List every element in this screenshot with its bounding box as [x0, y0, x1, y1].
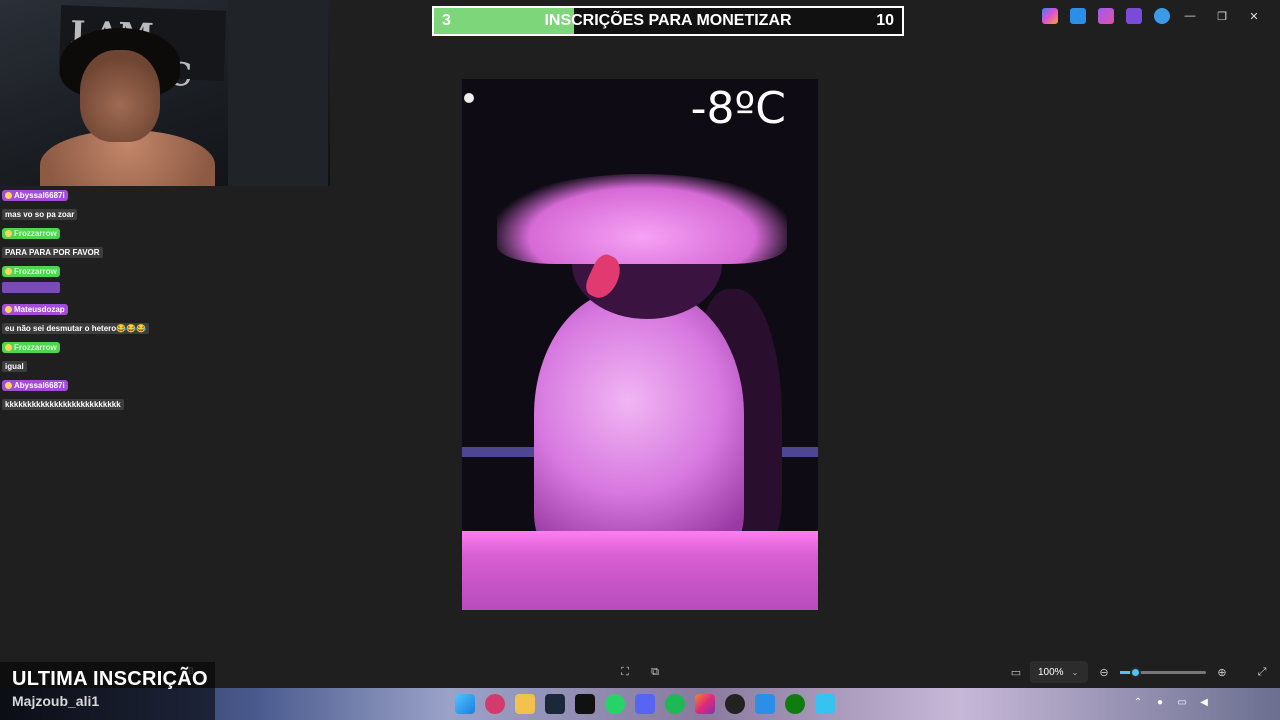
penguin-body — [534, 289, 744, 569]
monetize-progress-bar: 3 INSCRIÇÕES PARA MONETIZAR 10 — [432, 6, 904, 36]
chat-username: Frozzarrow — [2, 266, 60, 277]
minimize-icon[interactable]: — — [1174, 6, 1206, 26]
chat-username-text: Abyssal6687i — [14, 381, 65, 390]
clipchamp-icon[interactable] — [1098, 8, 1114, 24]
penguin-photo: -8ºC — [462, 79, 818, 610]
chat-overlay: Abyssal6687i mas vo so pa zoar Frozzarrow P… — [2, 186, 202, 414]
network-icon[interactable]: ▭ — [1176, 697, 1188, 709]
app-icon[interactable] — [815, 694, 835, 714]
chat-username-text: Frozzarrow — [14, 229, 57, 238]
chat-username-text: Mateusdozap — [14, 305, 65, 314]
spotify-icon[interactable] — [665, 694, 685, 714]
star-badge-icon — [5, 344, 12, 351]
chat-message-text: eu não sei desmutar o hetero😂😂😂 — [2, 323, 150, 334]
video-editor-icon[interactable] — [1126, 8, 1142, 24]
close-icon[interactable]: ✕ — [1238, 6, 1270, 26]
monetize-title: INSCRIÇÕES PARA MONETIZAR — [544, 12, 792, 29]
fullscreen-icon[interactable]: ⤢ — [1254, 664, 1270, 680]
crop-icon[interactable]: ⧉ — [647, 664, 663, 680]
discord-icon[interactable] — [635, 694, 655, 714]
last-subscription-name: Majzoub_ali1 — [12, 693, 100, 709]
chat-message: Frozzarrow igual — [2, 338, 202, 374]
chat-message: Frozzarrow PARA PARA POR FAVOR — [2, 224, 202, 260]
chat-message-text: igual — [2, 361, 27, 372]
penguin-crest — [497, 174, 787, 264]
last-subscription-overlay: ULTIMA INSCRIÇÃO Majzoub_ali1 — [0, 662, 215, 720]
star-badge-icon — [5, 192, 12, 199]
chevron-up-icon[interactable]: ⌃ — [1132, 697, 1144, 709]
star-badge-icon — [5, 268, 12, 275]
chat-message-text: PARA PARA POR FAVOR — [2, 247, 103, 258]
steam-icon[interactable] — [545, 694, 565, 714]
viewer-toolbar-icons — [1042, 8, 1170, 24]
search-icon[interactable] — [485, 694, 505, 714]
chat-message-text: mas vo so pa zoar — [2, 209, 78, 220]
temperature-label: -8ºC — [690, 83, 786, 134]
zoom-value: 100% — [1038, 666, 1064, 678]
zoom-slider-knob[interactable] — [1130, 667, 1141, 678]
star-badge-icon — [5, 306, 12, 313]
start-icon[interactable] — [455, 694, 475, 714]
chat-message: Frozzarrow — [2, 262, 202, 298]
chat-username: Abyssal6687i — [2, 190, 68, 201]
actual-size-icon[interactable]: ▭ — [1008, 664, 1024, 680]
chat-username: Frozzarrow — [2, 228, 60, 239]
zoom-out-icon[interactable]: ⊖ — [1096, 664, 1112, 680]
chat-username-text: Frozzarrow — [14, 343, 57, 352]
star-badge-icon — [5, 230, 12, 237]
last-subscription-title: ULTIMA INSCRIÇÃO — [12, 668, 208, 690]
chat-username: Abyssal6687i — [2, 380, 68, 391]
whatsapp-icon[interactable] — [605, 694, 625, 714]
file-explorer-icon[interactable] — [515, 694, 535, 714]
microphone-icon[interactable]: ● — [1154, 697, 1166, 709]
zoom-slider[interactable] — [1120, 667, 1206, 678]
zoom-select[interactable]: 100% ⌄ — [1030, 661, 1088, 683]
taskbar-apps — [455, 694, 835, 714]
epic-icon[interactable] — [725, 694, 745, 714]
chat-username: Frozzarrow — [2, 342, 60, 353]
monetize-current: 3 — [442, 12, 451, 29]
light-spot — [464, 93, 474, 103]
chevron-down-icon: ⌄ — [1071, 667, 1079, 677]
xbox-icon[interactable] — [785, 694, 805, 714]
zoom-in-icon[interactable]: ⊕ — [1214, 664, 1230, 680]
webcam-overlay: I AM MUSIC — [0, 0, 330, 186]
chat-username-text: Frozzarrow — [14, 267, 57, 276]
chat-message: Abyssal6687i mas vo so pa zoar — [2, 186, 202, 222]
tiktok-icon[interactable] — [575, 694, 595, 714]
chat-message-text: kkkkkkkkkkkkkkkkkkkkkkkkkk — [2, 399, 124, 410]
chat-username-text: Abyssal6687i — [14, 191, 65, 200]
background-door — [228, 0, 328, 186]
maximize-icon[interactable]: ❐ — [1206, 6, 1238, 26]
streamer-face — [80, 50, 160, 142]
system-tray: ⌃ ● ▭ ◀ — [1132, 697, 1210, 709]
chat-message-text — [2, 282, 60, 293]
window-controls: — ❐ ✕ — [1174, 6, 1270, 26]
chat-username: Mateusdozap — [2, 304, 68, 315]
chat-message: Abyssal6687i kkkkkkkkkkkkkkkkkkkkkkkkkk — [2, 376, 202, 412]
copilot-icon[interactable] — [1042, 8, 1058, 24]
edit-icon[interactable] — [1070, 8, 1086, 24]
onedrive-icon[interactable] — [1154, 8, 1170, 24]
chat-message: Mateusdozap eu não sei desmutar o hetero😂… — [2, 300, 202, 336]
monetize-goal: 10 — [876, 12, 894, 29]
instagram-icon[interactable] — [695, 694, 715, 714]
star-badge-icon — [5, 382, 12, 389]
fit-icon[interactable]: ⛶ — [617, 664, 633, 680]
store-icon[interactable] — [755, 694, 775, 714]
volume-icon[interactable]: ◀ — [1198, 697, 1210, 709]
ledge — [462, 531, 818, 610]
screen: I AM MUSIC Abyssal6687i mas vo so pa zoar… — [0, 0, 1280, 720]
